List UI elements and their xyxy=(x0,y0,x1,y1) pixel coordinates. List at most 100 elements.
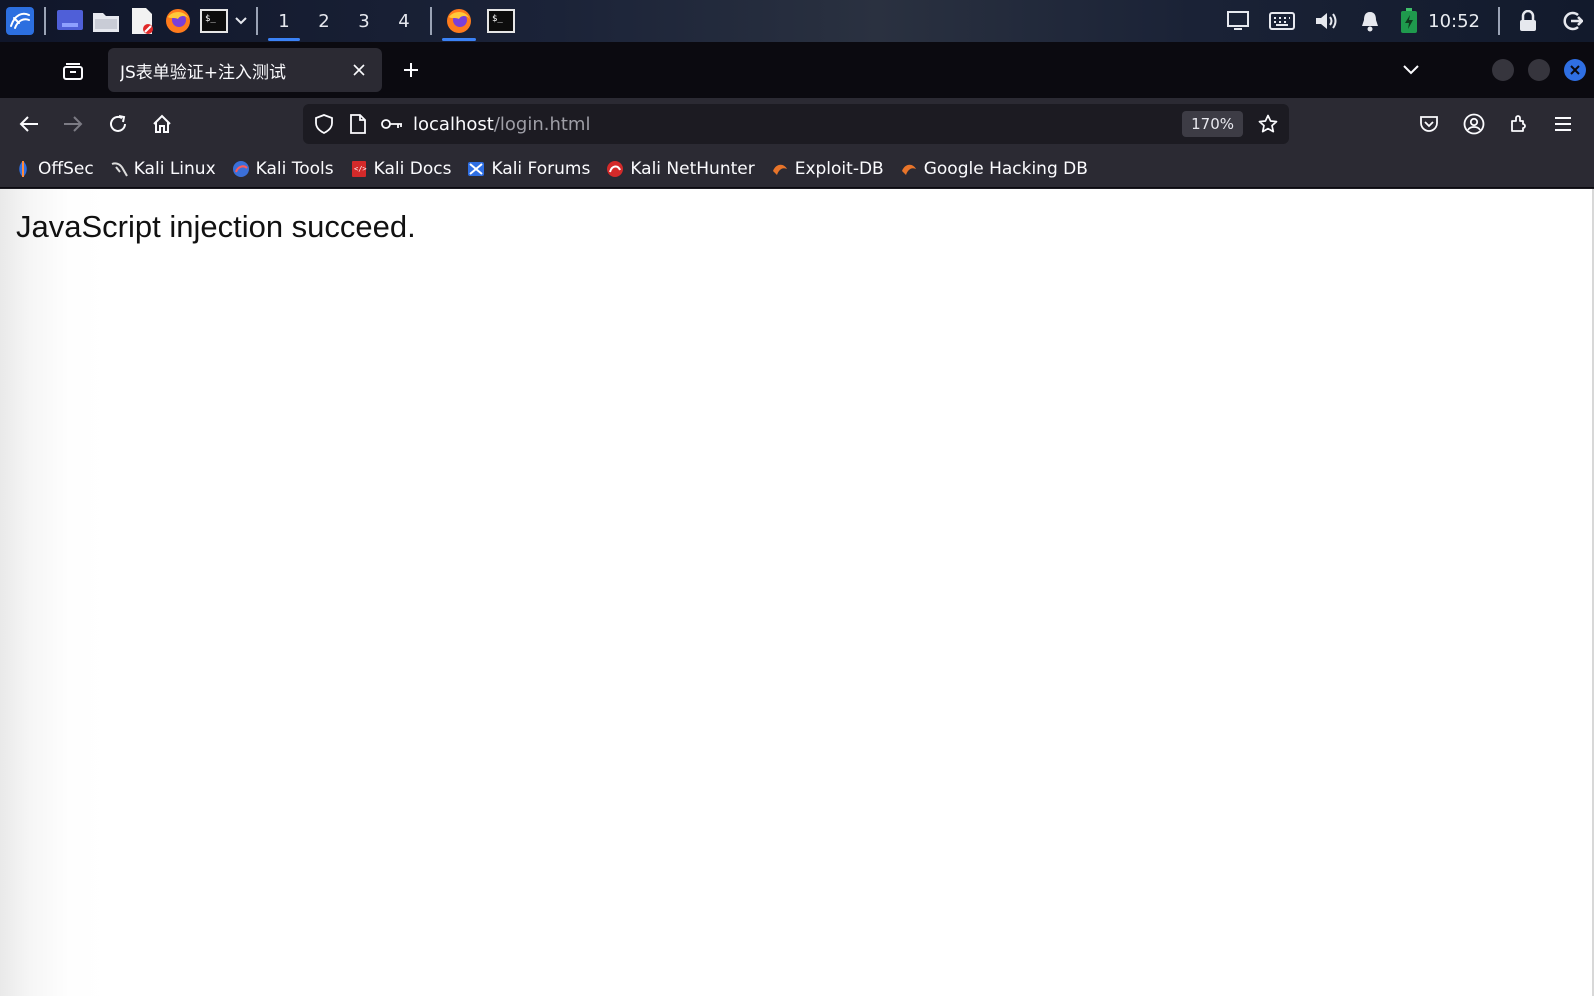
page-info-icon[interactable] xyxy=(341,104,375,144)
logout-icon[interactable] xyxy=(1550,0,1594,42)
url-text[interactable]: localhost/login.html xyxy=(413,114,1182,135)
bookmark-kali-linux[interactable]: Kali Linux xyxy=(110,159,216,179)
back-button[interactable] xyxy=(13,108,45,140)
new-tab-button[interactable] xyxy=(396,55,426,85)
list-all-tabs-button[interactable] xyxy=(1396,55,1426,85)
bookmark-exploit-db[interactable]: Exploit-DB xyxy=(771,159,884,179)
close-icon xyxy=(1570,65,1580,75)
kali-forums-icon xyxy=(467,160,485,178)
page-content: JavaScript injection succeed. xyxy=(0,189,1594,996)
bookmark-kali-nethunter[interactable]: Kali NetHunter xyxy=(606,158,755,179)
tray-separator xyxy=(1498,7,1500,35)
bookmark-label: Kali Forums xyxy=(491,158,591,179)
taskbar-separator xyxy=(430,7,432,35)
pocket-button[interactable] xyxy=(1413,108,1445,140)
bookmarks-toolbar: OffSec Kali Linux Kali Tools </> Kali Do… xyxy=(0,150,1594,188)
tracking-protection-shield-icon[interactable] xyxy=(307,104,341,144)
bookmark-kali-tools[interactable]: Kali Tools xyxy=(232,159,334,179)
arrow-right-icon xyxy=(64,116,83,132)
tab-close-button[interactable] xyxy=(348,59,370,81)
clock[interactable]: 10:52 xyxy=(1428,11,1480,32)
bookmark-page-button[interactable] xyxy=(1251,104,1285,144)
url-host: localhost xyxy=(413,113,494,135)
keyboard-icon[interactable] xyxy=(1260,0,1304,42)
bookmark-label: Google Hacking DB xyxy=(923,158,1088,179)
chevron-down-icon xyxy=(1403,65,1419,75)
bookmark-offsec[interactable]: OffSec xyxy=(14,159,94,179)
reload-button[interactable] xyxy=(102,108,134,140)
ghdb-icon xyxy=(900,160,918,178)
kali-docs-icon: </> xyxy=(350,160,368,178)
bookmark-google-hacking-db[interactable]: Google Hacking DB xyxy=(900,159,1088,179)
account-button[interactable] xyxy=(1458,108,1490,140)
workspace-1[interactable]: 1 xyxy=(264,0,304,42)
window-close-button[interactable] xyxy=(1564,59,1586,81)
home-button[interactable] xyxy=(146,108,178,140)
svg-text:</>: </> xyxy=(354,165,367,173)
zoom-reset-button[interactable]: 170% xyxy=(1182,111,1243,137)
url-path: /login.html xyxy=(493,113,591,135)
workspace-4[interactable]: 4 xyxy=(384,0,424,42)
terminal-icon[interactable]: $_ xyxy=(196,3,232,39)
offsec-icon xyxy=(14,160,32,178)
firefox-icon[interactable] xyxy=(160,3,196,39)
bookmark-label: OffSec xyxy=(38,158,94,179)
system-tray: 10:52 xyxy=(1216,0,1594,42)
bookmark-kali-forums[interactable]: Kali Forums xyxy=(467,159,590,179)
kali-tools-icon xyxy=(232,160,250,178)
taskbar-terminal-window[interactable]: $_ xyxy=(480,0,522,42)
taskbar: $_ 1 2 3 4 $_ 10:52 xyxy=(0,0,1594,42)
extensions-button[interactable] xyxy=(1503,108,1535,140)
url-bar[interactable]: localhost/login.html 170% xyxy=(303,104,1289,144)
file-manager-icon[interactable] xyxy=(88,3,124,39)
account-icon xyxy=(1463,113,1485,135)
reload-icon xyxy=(110,115,126,132)
app-menu-button[interactable] xyxy=(1547,108,1579,140)
hamburger-menu-icon xyxy=(1555,117,1571,131)
kali-dragon-icon[interactable] xyxy=(2,3,38,39)
navigation-toolbar: localhost/login.html 170% xyxy=(0,98,1594,150)
display-icon[interactable] xyxy=(1216,0,1260,42)
firefox-view-button[interactable] xyxy=(58,56,88,86)
tab-title: JS表单验证+注入测试 xyxy=(120,62,287,83)
terminal-icon: $_ xyxy=(487,9,515,33)
pocket-icon xyxy=(1420,116,1438,132)
key-icon[interactable] xyxy=(375,104,409,144)
desktop-icon[interactable] xyxy=(52,3,88,39)
bookmark-kali-docs[interactable]: </> Kali Docs xyxy=(350,158,452,179)
kali-icon xyxy=(110,160,128,178)
close-icon xyxy=(353,64,365,76)
bookmark-label: Kali Docs xyxy=(373,158,452,179)
workspace-3[interactable]: 3 xyxy=(344,0,384,42)
window-maximize-button[interactable] xyxy=(1528,59,1550,81)
window-minimize-button[interactable] xyxy=(1492,59,1514,81)
forward-button[interactable] xyxy=(57,108,89,140)
battery-icon[interactable] xyxy=(1392,0,1426,42)
volume-icon[interactable] xyxy=(1304,0,1348,42)
tab-bar: JS表单验证+注入测试 xyxy=(0,42,1594,98)
bell-icon[interactable] xyxy=(1348,0,1392,42)
bookmark-label: Exploit-DB xyxy=(794,158,884,179)
injection-message: JavaScript injection succeed. xyxy=(16,209,416,244)
lock-icon[interactable] xyxy=(1506,0,1550,42)
home-icon xyxy=(153,114,171,133)
bookmark-label: Kali Tools xyxy=(255,158,334,179)
firefox-view-icon xyxy=(63,63,83,80)
taskbar-firefox-window[interactable] xyxy=(438,0,480,42)
arrow-left-icon xyxy=(19,116,38,132)
chevron-down-icon[interactable] xyxy=(232,3,250,39)
puzzle-icon xyxy=(1511,115,1526,132)
firefox-icon xyxy=(447,9,471,33)
svg-text:$_: $_ xyxy=(205,14,216,24)
svg-text:$_: $_ xyxy=(492,14,503,24)
taskbar-separator xyxy=(44,7,46,35)
plus-icon xyxy=(404,63,418,77)
bookmark-label: Kali NetHunter xyxy=(630,158,755,179)
nethunter-icon xyxy=(606,160,624,178)
bookmark-label: Kali Linux xyxy=(133,158,216,179)
workspace-2[interactable]: 2 xyxy=(304,0,344,42)
tab-active[interactable]: JS表单验证+注入测试 xyxy=(108,48,382,92)
taskbar-separator xyxy=(256,7,258,35)
text-editor-icon[interactable] xyxy=(124,3,160,39)
exploit-db-icon xyxy=(771,160,789,178)
